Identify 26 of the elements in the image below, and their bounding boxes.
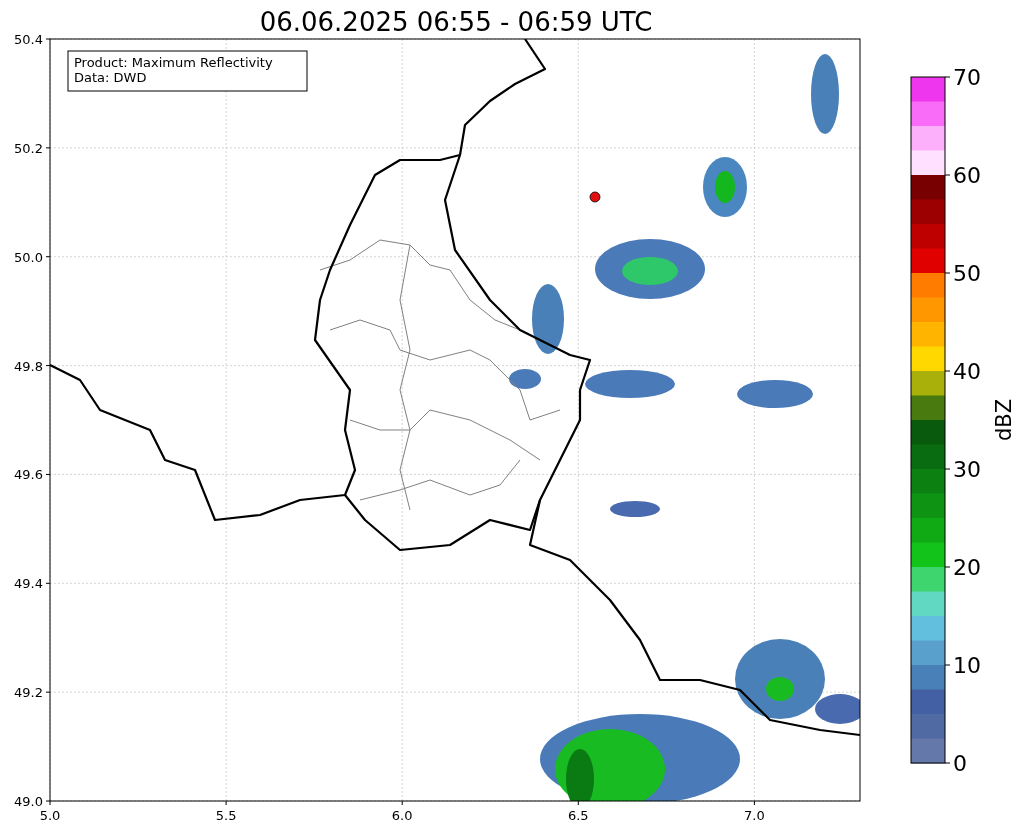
y-tick-label: 49.0 bbox=[14, 794, 43, 809]
x-tick-label: 5.5 bbox=[215, 808, 237, 823]
x-tick-label: 6.5 bbox=[567, 808, 589, 823]
y-tick-label: 49.8 bbox=[14, 358, 43, 374]
colorbar-tick-label: 20 bbox=[953, 555, 981, 580]
location-marker bbox=[589, 191, 601, 203]
y-tick-label: 49.6 bbox=[14, 467, 43, 483]
y-tick-label: 49.2 bbox=[14, 685, 43, 701]
info-text: Product: Maximum Reflectivity bbox=[74, 55, 273, 70]
colorbar-tick-label: 0 bbox=[953, 751, 967, 776]
colorbar-tick-label: 60 bbox=[953, 163, 981, 188]
colorbar-tick-label: 10 bbox=[953, 653, 981, 678]
x-tick-label: 5.0 bbox=[39, 808, 61, 823]
colorbar-tick-label: 70 bbox=[953, 65, 981, 90]
chart-title: 06.06.2025 06:55 - 06:59 UTC bbox=[259, 7, 653, 37]
x-tick-label: 6.0 bbox=[391, 808, 413, 823]
y-tick-label: 50.0 bbox=[14, 249, 43, 265]
colorbar-tick-label: 30 bbox=[953, 457, 981, 482]
colorbar-tick-label: 50 bbox=[953, 261, 981, 286]
colorbar-tick-label: 40 bbox=[953, 359, 981, 384]
x-tick-label: 7.0 bbox=[744, 808, 765, 823]
info-text: Data: DWD bbox=[74, 70, 147, 85]
y-tick-label: 50.2 bbox=[14, 140, 43, 156]
y-tick-label: 49.4 bbox=[14, 576, 43, 592]
y-tick-label: 50.4 bbox=[14, 32, 43, 47]
colorbar-label: dBZ bbox=[992, 398, 1016, 442]
